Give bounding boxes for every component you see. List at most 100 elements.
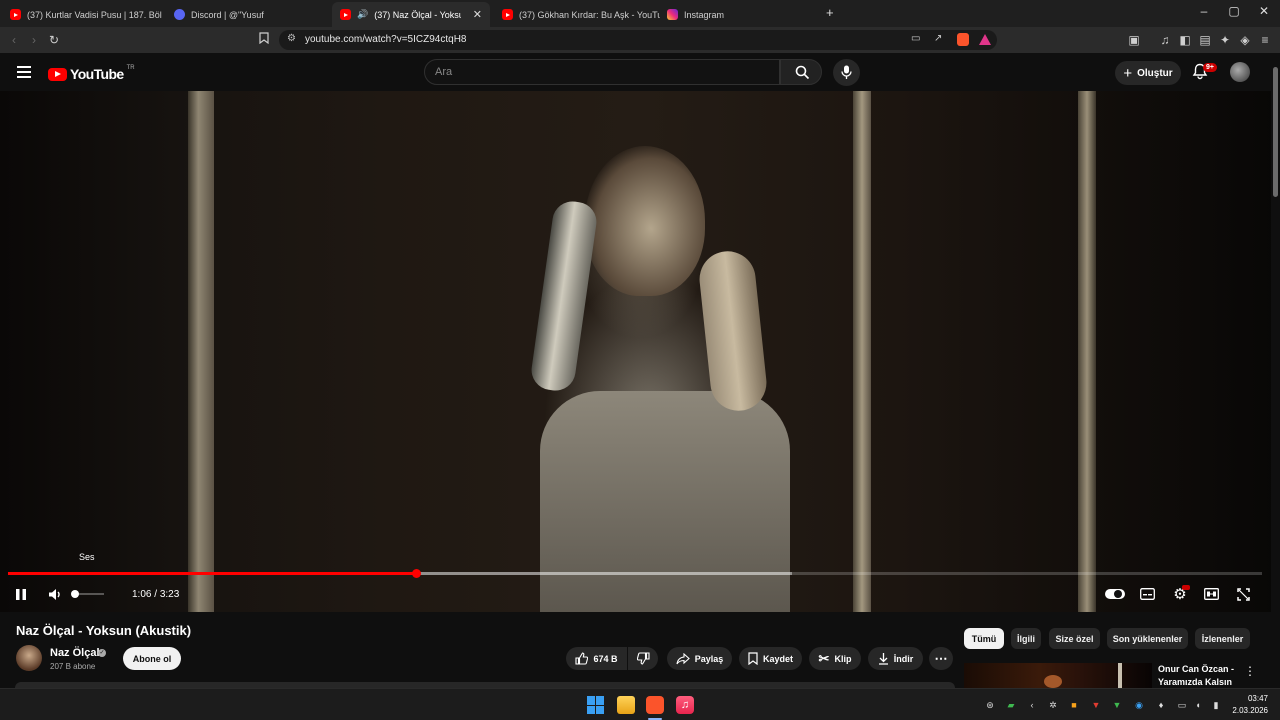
share-button[interactable]: Paylaş: [667, 647, 732, 670]
cast-icon[interactable]: ▭: [911, 33, 920, 44]
browser-tab[interactable]: (37) Gökhan Kırdar: Bu Aşk - YouTube: [494, 2, 660, 27]
maximize-button[interactable]: ▢: [1224, 4, 1244, 18]
browser-tab[interactable]: Discord | @"Yusuf: [166, 2, 326, 27]
browser-tab[interactable]: Instagram: [659, 2, 819, 27]
file-explorer-icon[interactable]: [617, 696, 635, 714]
browser-tab[interactable]: (37) Kurtlar Vadisi Pusu | 187. Bölüm |: [2, 2, 162, 27]
bluetooth-tray-icon[interactable]: ✲: [1047, 700, 1059, 711]
microphone: [528, 198, 600, 394]
brave-shields-icon[interactable]: [957, 33, 969, 46]
menu-icon[interactable]: ≡: [1257, 32, 1273, 48]
channel-name[interactable]: Naz Ölçal: [50, 647, 100, 659]
battery-tray-icon[interactable]: ▮: [1210, 700, 1222, 711]
scrollbar-thumb[interactable]: [1273, 67, 1278, 197]
youtube-logo[interactable]: YouTube TR: [48, 65, 135, 82]
video-player[interactable]: Ses 1:06 / 3:23 ⚙: [0, 91, 1280, 612]
chip-watched[interactable]: İzlenenler: [1195, 628, 1250, 649]
mute-button[interactable]: [46, 585, 64, 603]
app-tray-icon[interactable]: ◉: [1133, 700, 1145, 711]
autoplay-toggle[interactable]: [1104, 585, 1126, 603]
progress-scrubber[interactable]: [411, 569, 421, 578]
new-tab-button[interactable]: +: [826, 5, 834, 20]
recommendation-thumbnail[interactable]: [964, 663, 1152, 688]
app-tray-icon[interactable]: ▼: [1111, 700, 1123, 710]
brave-rewards-icon[interactable]: [979, 34, 991, 45]
search-button[interactable]: [780, 59, 822, 85]
volume-tray-icon[interactable]: ◖: [1192, 700, 1204, 710]
wallet-icon[interactable]: ▤: [1197, 32, 1213, 48]
browser-tab-active[interactable]: 🔊 (37) Naz Ölçal - Yoksun (Akus ✕: [332, 2, 490, 27]
music-app-icon[interactable]: ♫: [676, 696, 694, 714]
hamburger-menu-icon[interactable]: [17, 66, 31, 78]
region-code: TR: [126, 65, 135, 71]
pause-button[interactable]: [12, 585, 30, 603]
sidebar-panel-icon[interactable]: ▣: [1126, 32, 1142, 48]
clock-time[interactable]: 03:47: [1238, 694, 1268, 703]
youtube-icon: [502, 9, 513, 20]
chip-for-you[interactable]: Size özel: [1049, 628, 1100, 649]
duration: 3:23: [159, 589, 180, 600]
current-time: 1:06: [132, 589, 152, 600]
vpn-icon[interactable]: ◈: [1237, 32, 1253, 48]
tab-title: (37) Naz Ölçal - Yoksun (Akus: [374, 9, 461, 20]
search-box[interactable]: [424, 59, 780, 85]
more-vertical-icon[interactable]: ⋮: [1244, 664, 1256, 678]
settings-button[interactable]: ⚙: [1170, 585, 1190, 603]
recommendation-title[interactable]: Onur Can Özcan - Yaramızda Kalsın: [1158, 663, 1248, 689]
dislike-button[interactable]: [628, 647, 658, 670]
pause-icon: [16, 588, 26, 600]
hd-badge-icon: [1182, 585, 1190, 590]
network-tray-icon[interactable]: ▭: [1176, 700, 1188, 711]
like-button[interactable]: 674 B: [566, 647, 627, 670]
voice-search-button[interactable]: [833, 59, 860, 86]
chip-recently-uploaded[interactable]: Son yüklenenler: [1107, 628, 1188, 649]
share-icon[interactable]: ↗: [934, 33, 942, 44]
brave-browser-icon[interactable]: [646, 696, 664, 714]
download-button[interactable]: İndir: [868, 647, 923, 670]
create-label: Oluştur: [1137, 67, 1173, 79]
singer-head: [585, 146, 705, 296]
antivirus-tray-icon[interactable]: ▼: [1090, 700, 1102, 710]
tab-title: Discord | @"Yusuf: [191, 9, 264, 20]
search-input[interactable]: [435, 66, 765, 78]
channel-avatar[interactable]: [16, 645, 42, 671]
account-avatar[interactable]: [1230, 62, 1250, 82]
page-scrollbar[interactable]: [1271, 53, 1280, 687]
subtitles-button[interactable]: [1138, 585, 1156, 603]
app-tray-icon[interactable]: ■: [1068, 700, 1080, 710]
video-frame[interactable]: [0, 91, 1280, 612]
discord-icon: [174, 9, 185, 20]
volume-icon: [48, 588, 60, 600]
windows-start-icon[interactable]: [587, 696, 605, 714]
more-actions-button[interactable]: ⋯: [929, 647, 953, 670]
clip-button[interactable]: ✂ Klip: [809, 647, 861, 670]
studio-panel: [1078, 91, 1096, 612]
clock-date[interactable]: 2.03.2026: [1226, 706, 1268, 715]
reload-icon[interactable]: ↻: [46, 32, 62, 48]
minimize-button[interactable]: –: [1194, 4, 1214, 18]
arrow-tray-icon[interactable]: ‹: [1026, 700, 1038, 710]
chip-all[interactable]: Tümü: [964, 628, 1004, 649]
bookmark-icon[interactable]: [256, 32, 272, 48]
create-button[interactable]: + Oluştur: [1115, 61, 1181, 85]
miniplayer-button[interactable]: [1202, 585, 1220, 603]
close-icon[interactable]: ✕: [473, 8, 482, 21]
back-icon[interactable]: ‹: [6, 32, 22, 48]
close-window-button[interactable]: ✕: [1254, 4, 1274, 18]
chip-related[interactable]: İlgili: [1011, 628, 1041, 649]
sidebar-icon[interactable]: ◧: [1177, 32, 1193, 48]
progress-bar[interactable]: [8, 569, 1262, 578]
search-icon: [795, 65, 810, 80]
volume-slider[interactable]: [71, 590, 104, 598]
address-bar[interactable]: ⚙ youtube.com/watch?v=5ICZ94ctqH8 ▭ ↗: [279, 30, 997, 50]
forward-icon[interactable]: ›: [26, 32, 42, 48]
site-info-icon[interactable]: ⚙: [287, 33, 296, 44]
app-tray-icon[interactable]: ⊛: [984, 700, 996, 711]
subscribe-button[interactable]: Abone ol: [123, 647, 181, 670]
microphone-tray-icon[interactable]: ♦: [1155, 700, 1167, 710]
media-icon[interactable]: ♫: [1157, 32, 1173, 48]
save-button[interactable]: Kaydet: [739, 647, 802, 670]
leo-ai-icon[interactable]: ✦: [1217, 32, 1233, 48]
nvidia-tray-icon[interactable]: ▰: [1005, 700, 1017, 711]
fullscreen-button[interactable]: [1234, 585, 1252, 603]
